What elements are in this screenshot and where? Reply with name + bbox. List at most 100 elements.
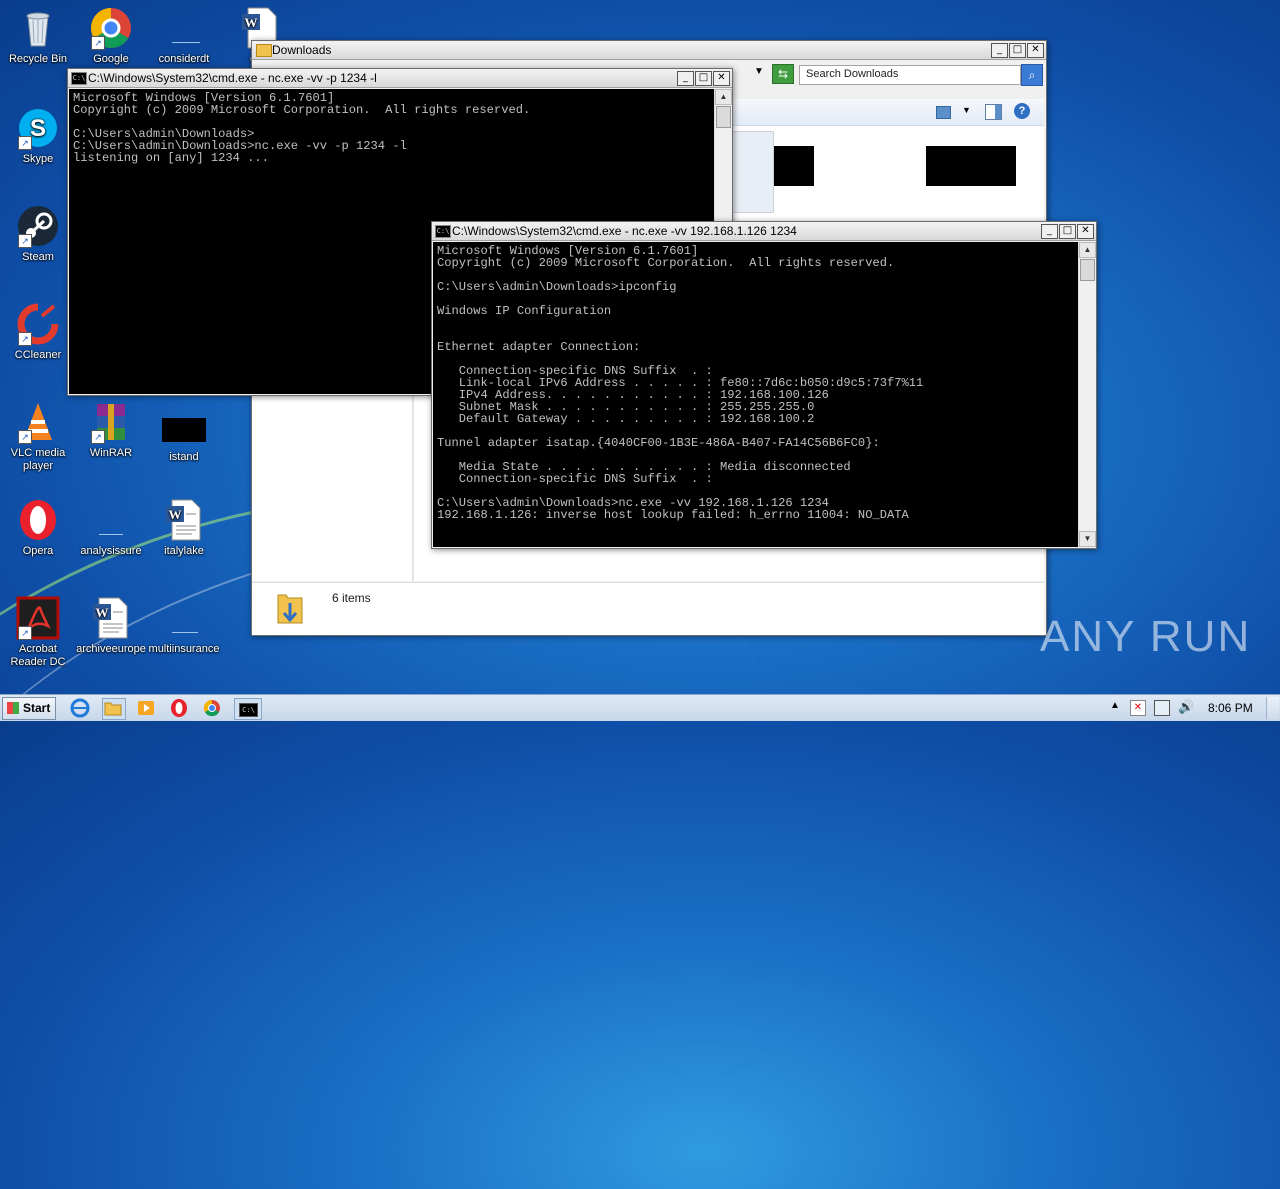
maximize-button[interactable]: □: [1009, 43, 1026, 58]
ie-icon[interactable]: [70, 698, 92, 718]
desktop-icon-multiinsurance[interactable]: multiinsurance: [146, 596, 222, 656]
console-line: Tunnel adapter isatap.{4040CF00-1B3E-486…: [437, 436, 880, 450]
folder-download-icon: [276, 589, 304, 627]
maximize-button[interactable]: □: [1059, 224, 1076, 239]
search-placeholder: Search Downloads: [806, 68, 899, 80]
console-line: Default Gateway . . . . . . . . . : 192.…: [437, 412, 815, 426]
cmd-title: C:\Windows\System32\cmd.exe - nc.exe -vv…: [452, 224, 797, 238]
address-dropdown-icon[interactable]: ▼: [754, 66, 764, 77]
clock[interactable]: 8:06 PM: [1208, 701, 1253, 715]
desktop-icon-label: CCleaner: [14, 349, 62, 361]
explorer-titlebar[interactable]: Downloads _ □ ✕: [252, 41, 1046, 60]
search-input[interactable]: Search Downloads: [799, 65, 1021, 85]
help-icon[interactable]: ?: [1014, 103, 1030, 119]
desktop-icon-label: Opera: [22, 545, 54, 557]
scroll-thumb[interactable]: [1080, 259, 1095, 281]
media-player-icon[interactable]: [136, 698, 158, 718]
refresh-icon[interactable]: ⇆: [772, 64, 794, 84]
desktop-icon-skype[interactable]: S ↗ Skype: [0, 106, 76, 166]
desktop-icon-ccleaner[interactable]: ↗ CCleaner: [0, 302, 76, 362]
desktop-icon-acrobat[interactable]: ↗ Acrobat Reader DC: [0, 596, 76, 669]
chevron-down-icon[interactable]: ▼: [962, 105, 971, 115]
scroll-down-icon[interactable]: ▼: [1079, 531, 1096, 547]
desktop-icon-label: considerdt: [158, 53, 210, 65]
network-icon[interactable]: [1154, 700, 1170, 716]
item-count: 6 items: [332, 591, 371, 605]
file-icon: [162, 6, 206, 50]
desktop-icon-italylake[interactable]: W italylake: [146, 498, 222, 558]
steam-icon: ↗: [16, 204, 60, 248]
desktop-icon-vlc[interactable]: ↗ VLC media player: [0, 400, 76, 473]
desktop-icon-label: Google: [93, 53, 129, 65]
details-pane: 6 items: [252, 582, 1044, 635]
svg-text:S: S: [30, 115, 46, 142]
desktop-icon-considerdt[interactable]: considerdt: [146, 6, 222, 66]
desktop-icon-steam[interactable]: ↗ Steam: [0, 204, 76, 264]
acrobat-icon: ↗: [16, 596, 60, 640]
close-button[interactable]: ✕: [1077, 224, 1094, 239]
word-document-icon: W: [162, 498, 206, 542]
desktop-icon-recycle-bin[interactable]: Recycle Bin: [0, 6, 76, 66]
desktop-icon-label: archiveeurope: [76, 643, 146, 655]
cmd-taskbar-icon[interactable]: C:\: [234, 698, 262, 720]
desktop-icon-winrar[interactable]: ↗ WinRAR: [73, 400, 149, 460]
action-center-icon[interactable]: ✕: [1130, 700, 1146, 716]
show-desktop-button[interactable]: [1266, 697, 1279, 719]
show-hidden-icons-icon[interactable]: ▲: [1110, 700, 1120, 711]
desktop-icon-label: multiinsurance: [148, 643, 220, 655]
vlc-icon: ↗: [16, 400, 60, 444]
svg-text:W: W: [169, 507, 182, 522]
winrar-icon: ↗: [89, 400, 133, 444]
console-line: 192.168.1.126: inverse host lookup faile…: [437, 508, 909, 522]
vertical-scrollbar[interactable]: ▲ ▼: [1078, 242, 1096, 547]
close-button[interactable]: ✕: [1027, 43, 1044, 58]
desktop-icon-analysissure[interactable]: analysissure: [73, 498, 149, 558]
desktop-icon-istand[interactable]: istand: [146, 404, 222, 464]
opera-taskbar-icon[interactable]: [169, 698, 191, 718]
console-line: Copyright (c) 2009 Microsoft Corporation…: [437, 256, 895, 270]
console-line: Copyright (c) 2009 Microsoft Corporation…: [73, 103, 531, 117]
file-thumbnail[interactable]: [732, 131, 774, 213]
volume-icon[interactable]: 🔊: [1178, 699, 1194, 715]
start-button[interactable]: Start: [2, 697, 56, 720]
scroll-up-icon[interactable]: ▲: [715, 89, 732, 105]
close-button[interactable]: ✕: [713, 71, 730, 86]
windows-logo-icon: [7, 702, 19, 714]
console-line: C:\Users\admin\Downloads>ipconfig: [437, 280, 677, 294]
desktop-icon-archiveeurope[interactable]: W archiveeurope: [73, 596, 149, 656]
desktop-icon-google[interactable]: ↗ Google: [73, 6, 149, 66]
scroll-thumb[interactable]: [716, 106, 731, 128]
cmd-window-client[interactable]: C:\ C:\Windows\System32\cmd.exe - nc.exe…: [431, 221, 1097, 549]
desktop-icon-label: Recycle Bin: [8, 53, 68, 65]
cmd-titlebar[interactable]: C:\ C:\Windows\System32\cmd.exe - nc.exe…: [68, 69, 732, 88]
chrome-taskbar-icon[interactable]: [202, 698, 224, 718]
desktop-icon-label: WinRAR: [89, 447, 133, 459]
file-thumbnail-icon: [162, 404, 206, 448]
skype-icon: S ↗: [16, 106, 60, 150]
word-document-icon: W: [89, 596, 133, 640]
console-line: Ethernet adapter Connection:: [437, 340, 641, 354]
recycle-bin-icon: [16, 6, 60, 50]
folder-icon: [256, 44, 272, 57]
minimize-button[interactable]: _: [677, 71, 694, 86]
desktop-icon-label: istand: [169, 451, 199, 463]
maximize-button[interactable]: □: [695, 71, 712, 86]
file-thumbnail[interactable]: [926, 146, 1016, 186]
console-line: Connection-specific DNS Suffix . :: [437, 472, 713, 486]
chrome-icon: ↗: [89, 6, 133, 50]
console-output[interactable]: Microsoft Windows [Version 6.1.7601] Copy…: [433, 242, 1078, 547]
minimize-button[interactable]: _: [1041, 224, 1058, 239]
preview-pane-icon[interactable]: [985, 104, 1002, 120]
file-icon: [89, 498, 133, 542]
minimize-button[interactable]: _: [991, 43, 1008, 58]
opera-icon: [16, 498, 60, 542]
desktop-icon-label: analysissure: [80, 545, 142, 557]
console-line: listening on [any] 1234 ...: [73, 151, 269, 165]
search-icon[interactable]: ⌕: [1021, 64, 1043, 86]
svg-text:W: W: [96, 605, 109, 620]
desktop-icon-opera[interactable]: Opera: [0, 498, 76, 558]
explorer-taskbar-icon[interactable]: [102, 698, 126, 720]
view-options-icon[interactable]: [936, 106, 951, 119]
scroll-up-icon[interactable]: ▲: [1079, 242, 1096, 258]
cmd-titlebar[interactable]: C:\ C:\Windows\System32\cmd.exe - nc.exe…: [432, 222, 1096, 241]
